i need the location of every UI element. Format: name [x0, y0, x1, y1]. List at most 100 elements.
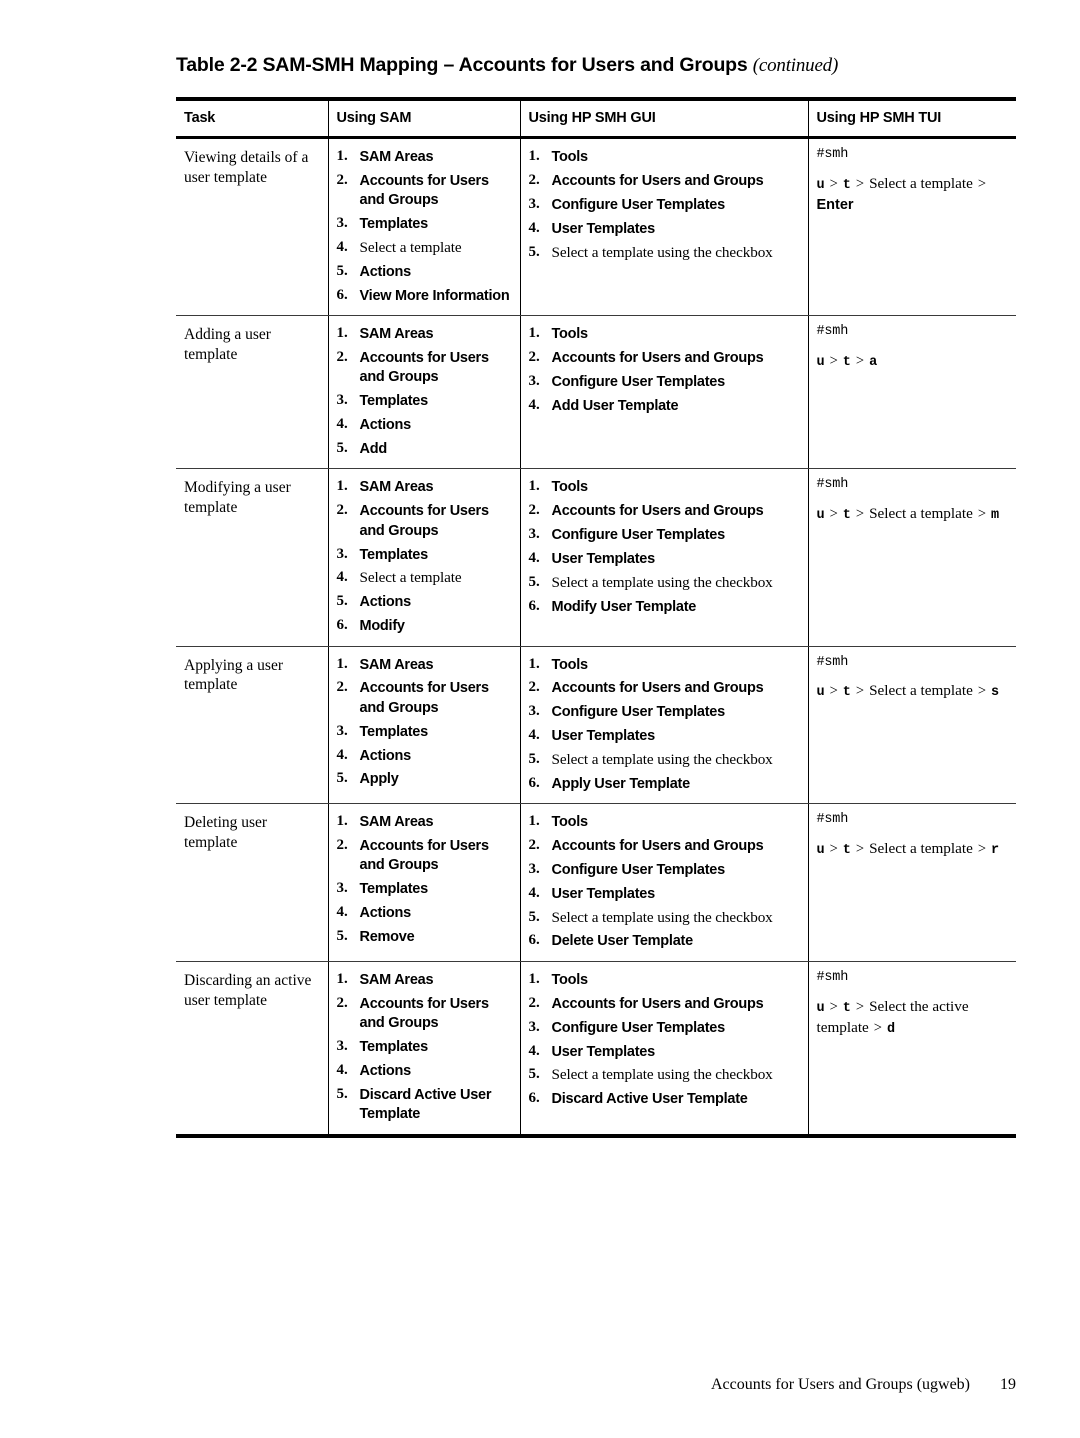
column-header-using-sam: Using SAM	[327, 97, 520, 139]
step-item: 3. Configure User Templates	[529, 702, 801, 721]
step-label: Modify	[359, 618, 405, 635]
step-item: 5. Remove	[337, 927, 513, 946]
step-label: Tools	[551, 479, 589, 496]
step-number: 3.	[336, 215, 348, 232]
step-number: 3.	[336, 880, 348, 897]
cell-task: Discarding an active user template	[176, 961, 328, 1138]
tui-sequence: #smh u > t > Select a template > m	[817, 477, 1010, 525]
step-number: 3.	[528, 703, 540, 720]
step-label: Templates	[359, 216, 429, 233]
step-list: 1. SAM Areas 2. Accounts for Users and Grou…	[337, 477, 513, 635]
step-item: 5. Select a template using the checkbox	[529, 750, 801, 769]
step-item: 1. SAM Areas	[337, 970, 513, 989]
step-number: 6.	[528, 597, 540, 614]
step-label: Templates	[359, 393, 429, 410]
step-item: 4. Select a template	[337, 238, 513, 257]
step-list: 1. SAM Areas 2. Accounts for Users and Grou…	[337, 655, 513, 789]
step-label: Add	[359, 441, 388, 458]
step-item: 5. Select a template using the checkbox	[529, 1065, 801, 1084]
column-header-using-hp-smh-gui: Using HP SMH GUI	[519, 97, 808, 139]
step-item: 4. User Templates	[529, 219, 801, 238]
step-item: 4. User Templates	[529, 549, 801, 568]
cell-using-sam: 1. SAM Areas 2. Accounts for Users and Grou…	[327, 137, 520, 317]
step-label: Apply	[359, 771, 399, 788]
step-number: 5.	[528, 243, 540, 260]
tui-part: t	[842, 685, 851, 701]
step-number: 3.	[528, 860, 540, 877]
step-label: Templates	[359, 546, 429, 563]
table-header-row: Task Using SAM Using HP SMH GUI Using HP…	[176, 97, 1016, 139]
step-number: 6.	[528, 1090, 540, 1107]
step-label: SAM Areas	[359, 971, 434, 988]
column-header-using-hp-smh-tui: Using HP SMH TUI	[807, 97, 1016, 139]
step-label: Templates	[359, 881, 429, 898]
step-label: Templates	[359, 723, 429, 740]
step-number: 2.	[336, 348, 348, 365]
tui-part: >	[855, 352, 865, 369]
step-list: 1. Tools 2. Accounts for Users and Groups 3.…	[529, 970, 801, 1109]
cell-using-hp-smh-gui: 1. Tools 2. Accounts for Users and Groups 3.…	[519, 137, 808, 317]
tui-part: t	[842, 843, 851, 859]
cell-using-hp-smh-tui: #smh u > t > Select a template > Enter	[807, 137, 1016, 317]
step-label: Select a template using the checkbox	[551, 573, 773, 591]
step-label: Accounts for Users and Groups	[359, 838, 490, 874]
step-item: 6. Delete User Template	[529, 931, 801, 950]
task-description: Modifying a user template	[184, 479, 291, 517]
step-item: 3. Configure User Templates	[529, 525, 801, 544]
step-item: 6. Discard Active User Template	[529, 1089, 801, 1108]
cell-using-hp-smh-tui: #smh u > t > a	[807, 315, 1016, 470]
step-item: 2. Accounts for Users and Groups	[529, 836, 801, 855]
step-number: 1.	[528, 813, 540, 830]
step-item: 5. Select a template using the checkbox	[529, 908, 801, 927]
step-label: Tools	[551, 149, 589, 165]
step-item: 3. Configure User Templates	[529, 860, 801, 879]
step-item: 4. Actions	[337, 746, 513, 765]
step-item: 5. Actions	[337, 262, 513, 281]
step-label: Tools	[551, 326, 589, 343]
step-item: 5. Apply	[337, 769, 513, 788]
step-item: 4. Select a template	[337, 568, 513, 587]
step-item: 2. Accounts for Users and Groups	[529, 171, 801, 190]
task-description: Adding a user template	[184, 326, 271, 363]
step-number: 5.	[528, 573, 540, 590]
tui-command: #smh	[816, 969, 849, 985]
step-number: 2.	[528, 171, 540, 188]
cell-using-hp-smh-tui: #smh u > t > Select a template > m	[807, 468, 1016, 647]
step-label: Actions	[359, 1062, 412, 1079]
tui-keystrokes: u > t > Select the active template > d	[817, 997, 1010, 1039]
tui-part: >	[855, 841, 865, 858]
step-label: Select a template using the checkbox	[551, 243, 773, 261]
step-label: Accounts for Users and Groups	[551, 349, 764, 366]
step-list: 1. SAM Areas 2. Accounts for Users and Grou…	[337, 147, 513, 305]
step-number: 1.	[528, 325, 540, 342]
step-label: Apply User Template	[551, 775, 691, 792]
step-item: 5. Select a template using the checkbox	[529, 243, 801, 262]
table-row: Adding a user template 1. SAM Areas 2. Accou…	[176, 315, 1016, 470]
table-header: Task Using SAM Using HP SMH GUI Using HP…	[176, 97, 1016, 139]
step-item: 6. Modify	[337, 616, 513, 635]
tui-part: >	[855, 683, 865, 700]
step-label: Templates	[359, 1039, 429, 1056]
step-number: 4.	[336, 1061, 348, 1078]
tui-sequence: #smh u > t > Select a template > Enter	[817, 147, 1010, 215]
table-caption: Table 2-2 SAM-SMH Mapping – Accounts for…	[176, 54, 1016, 77]
cell-using-hp-smh-gui: 1. Tools 2. Accounts for Users and Groups 3.…	[519, 961, 808, 1138]
tui-keystrokes: u > t > Select a template > Enter	[817, 174, 1010, 215]
tui-part: >	[855, 175, 865, 192]
step-item: 6. Modify User Template	[529, 597, 801, 616]
tui-part: u	[816, 354, 825, 370]
table-row: Applying a user template 1. SAM Areas 2. Acc…	[176, 646, 1016, 805]
step-item: 1. SAM Areas	[337, 324, 513, 343]
step-item: 1. Tools	[529, 655, 801, 674]
step-number: 1.	[336, 655, 348, 672]
step-label: Discard Active User Template	[359, 1086, 492, 1123]
table-caption-main: Table 2-2 SAM-SMH Mapping – Accounts for…	[176, 54, 753, 76]
step-number: 4.	[336, 746, 348, 763]
step-label: Add User Template	[551, 397, 679, 414]
cell-using-hp-smh-gui: 1. Tools 2. Accounts for Users and Groups 3.…	[519, 315, 808, 470]
step-item: 6. Apply User Template	[529, 774, 801, 793]
step-number: 1.	[528, 655, 540, 672]
step-number: 3.	[528, 372, 540, 389]
step-number: 6.	[528, 774, 540, 791]
cell-task: Applying a user template	[176, 646, 328, 805]
